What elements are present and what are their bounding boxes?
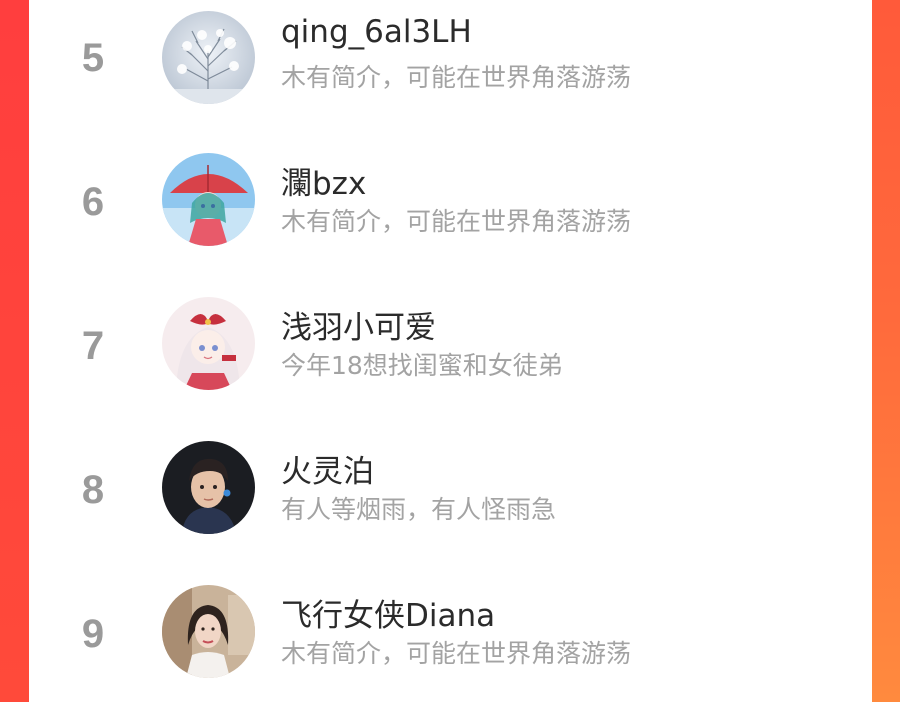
user-name[interactable]: 瀾bzx xyxy=(281,158,366,203)
rank-number: 7 xyxy=(81,324,105,368)
ranking-list: 5 qing_6al3LH 木有简介，可能在世界角落游荡 6 瀾bzx 木有简介… xyxy=(29,0,872,702)
user-name[interactable]: 飞行女侠Diana xyxy=(281,590,495,635)
snowy-tree-avatar xyxy=(162,11,255,104)
user-avatar[interactable] xyxy=(162,297,255,390)
ranking-row-8[interactable]: 8 火灵泊 有人等烟雨，有人怪雨急 xyxy=(29,434,872,544)
user-bio: 木有简介，可能在世界角落游荡 xyxy=(281,639,632,668)
user-name[interactable]: 火灵泊 xyxy=(281,446,374,491)
woman-portrait-avatar xyxy=(162,585,255,678)
anime-girl-umbrella-avatar xyxy=(162,153,255,246)
rank-number: 9 xyxy=(81,612,105,656)
rank-number: 6 xyxy=(81,180,105,224)
ranking-row-7[interactable]: 7 浅羽小可爱 今年18想找闺蜜和女徒弟 xyxy=(29,290,872,400)
user-bio: 木有简介，可能在世界角落游荡 xyxy=(281,63,632,92)
user-name[interactable]: qing_6al3LH xyxy=(281,14,472,50)
anime-girl-bow-avatar xyxy=(162,297,255,390)
ranking-row-9[interactable]: 9 飞行女侠Diana 木有简介，可能在世界角落游荡 xyxy=(29,578,872,688)
rank-number: 8 xyxy=(81,468,105,512)
user-avatar[interactable] xyxy=(162,441,255,534)
user-name[interactable]: 浅羽小可爱 xyxy=(281,302,436,347)
young-man-portrait-avatar xyxy=(162,441,255,534)
user-avatar[interactable] xyxy=(162,11,255,104)
rank-number: 5 xyxy=(81,36,105,80)
ranking-row-6[interactable]: 6 瀾bzx 木有简介，可能在世界角落游荡 xyxy=(29,146,872,256)
user-avatar[interactable] xyxy=(162,153,255,246)
ranking-row-5[interactable]: 5 qing_6al3LH 木有简介，可能在世界角落游荡 xyxy=(29,2,872,112)
user-bio: 有人等烟雨，有人怪雨急 xyxy=(281,495,557,524)
user-avatar[interactable] xyxy=(162,585,255,678)
user-bio: 木有简介，可能在世界角落游荡 xyxy=(281,207,632,236)
ranking-page: 5 qing_6al3LH 木有简介，可能在世界角落游荡 6 瀾bzx 木有简介… xyxy=(0,0,900,702)
user-bio: 今年18想找闺蜜和女徒弟 xyxy=(281,351,563,380)
